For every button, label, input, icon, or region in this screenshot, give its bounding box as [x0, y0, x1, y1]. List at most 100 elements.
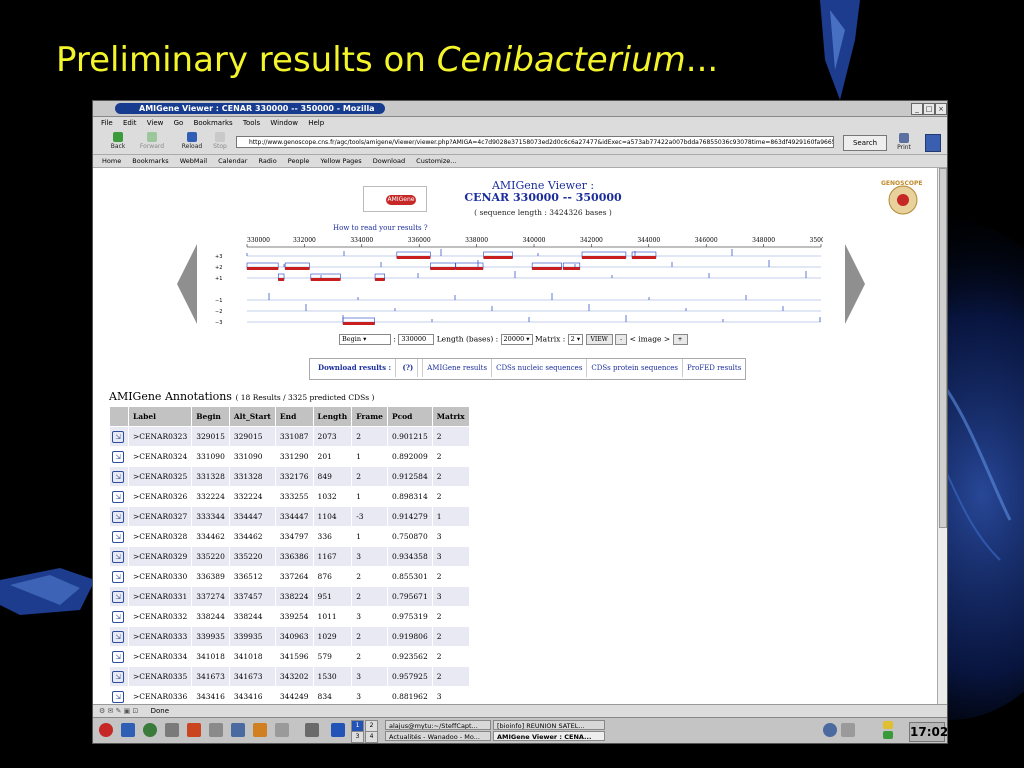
print-button[interactable]: Print [891, 132, 917, 154]
menu-bookmarks[interactable]: Bookmarks [194, 119, 233, 127]
menu-tools[interactable]: Tools [243, 119, 260, 127]
menu-window[interactable]: Window [270, 119, 298, 127]
scroll-right-arrow-icon[interactable] [843, 244, 867, 324]
zoom-in-button[interactable]: + [672, 334, 688, 345]
gene-bar[interactable] [532, 267, 562, 270]
begin-select[interactable]: Begin ▾ [339, 334, 391, 345]
row-action-cell: ⇲ [109, 486, 129, 507]
browser-launcher-icon[interactable] [143, 723, 157, 737]
calc-launcher-icon[interactable] [231, 723, 245, 737]
gene-bar[interactable] [310, 278, 341, 281]
row-detail-icon[interactable]: ⇲ [112, 550, 124, 563]
gene-bar[interactable] [563, 267, 580, 270]
office-launcher-icon[interactable] [187, 723, 201, 737]
bookmark-webmail[interactable]: WebMail [180, 157, 207, 165]
download-profed-results[interactable]: ProFED results [683, 359, 745, 377]
begin-input[interactable]: 330000 [398, 334, 435, 345]
row-detail-icon[interactable]: ⇲ [112, 510, 124, 523]
row-detail-icon[interactable]: ⇲ [112, 530, 124, 543]
menu-view[interactable]: View [147, 119, 164, 127]
home-launcher-icon[interactable] [253, 723, 267, 737]
bookmark-radio[interactable]: Radio [258, 157, 276, 165]
row-detail-icon[interactable]: ⇲ [112, 570, 124, 583]
bookmark-calendar[interactable]: Calendar [218, 157, 247, 165]
settings-launcher-icon[interactable] [275, 723, 289, 737]
task-amigene[interactable]: AMIGene Viewer : CENA... [493, 731, 605, 741]
view-button[interactable]: VIEW [585, 334, 613, 345]
zoom-out-button[interactable]: - [615, 334, 628, 345]
gene-bar[interactable] [396, 256, 431, 259]
minimize-button[interactable]: _ [911, 103, 923, 115]
redhat-menu-icon[interactable] [99, 723, 113, 737]
workspace-3[interactable]: 3 [351, 731, 364, 743]
row-detail-icon[interactable]: ⇲ [112, 590, 124, 603]
writer-launcher-icon[interactable] [209, 723, 223, 737]
gene-bar[interactable] [582, 256, 626, 259]
printer-launcher-icon[interactable] [305, 723, 319, 737]
gene-bar[interactable] [430, 267, 456, 270]
gene-bar[interactable] [285, 267, 310, 270]
bookmark-download[interactable]: Download [373, 157, 405, 165]
mail-launcher-icon[interactable] [165, 723, 179, 737]
search-button[interactable]: Search [843, 135, 887, 151]
gene-bar[interactable] [455, 267, 484, 270]
taskbar: 1 2 3 4 alajus@mytu:~/SteffCapt... [bioi… [93, 717, 947, 743]
gene-bar[interactable] [278, 278, 285, 281]
bookmark-yellow-pages[interactable]: Yellow Pages [320, 157, 361, 165]
table-cell: 341596 [274, 646, 314, 667]
url-input[interactable]: http://www.genoscope.cns.fr/agc/tools/am… [236, 136, 834, 148]
terminal-launcher-icon[interactable] [121, 723, 135, 737]
row-detail-icon[interactable]: ⇲ [112, 670, 124, 683]
table-cell: 337264 [274, 566, 314, 587]
gene-bar[interactable] [342, 322, 375, 325]
gene-bar[interactable] [632, 256, 656, 259]
update-icon[interactable] [883, 731, 893, 739]
bookmark-customize[interactable]: Customize... [416, 157, 456, 165]
row-detail-icon[interactable]: ⇲ [112, 650, 124, 663]
download-help-link[interactable]: (?) [399, 359, 419, 377]
length-select[interactable]: 20000 ▾ [500, 334, 533, 345]
download-amigene-results[interactable]: AMIGene results [423, 359, 493, 377]
table-cell: 2 [431, 666, 470, 687]
menu-go[interactable]: Go [174, 119, 184, 127]
row-detail-icon[interactable]: ⇲ [112, 430, 124, 443]
window-titlebar[interactable]: AMIGene Viewer : CENAR 330000 -- 350000 … [93, 101, 947, 117]
maximize-button[interactable]: □ [923, 103, 935, 115]
forward-button[interactable]: Forward [139, 131, 165, 153]
row-detail-icon[interactable]: ⇲ [112, 690, 124, 703]
pager-icon[interactable] [331, 723, 345, 737]
vertical-scrollbar-thumb[interactable] [939, 168, 947, 528]
notification-icon[interactable] [883, 721, 893, 729]
stop-button[interactable]: Stop [207, 131, 233, 153]
menu-edit[interactable]: Edit [123, 119, 137, 127]
download-cds-protein[interactable]: CDSs protein sequences [587, 359, 684, 377]
bookmark-bookmarks[interactable]: Bookmarks [132, 157, 168, 165]
reload-button[interactable]: Reload [179, 131, 205, 153]
close-button[interactable]: × [935, 103, 947, 115]
workspace-4[interactable]: 4 [365, 731, 378, 743]
bookmark-home[interactable]: Home [102, 157, 121, 165]
row-detail-icon[interactable]: ⇲ [112, 490, 124, 503]
gene-bar[interactable] [483, 256, 513, 259]
row-detail-icon[interactable]: ⇲ [112, 450, 124, 463]
row-detail-icon[interactable]: ⇲ [112, 630, 124, 643]
task-terminal[interactable]: alajus@mytu:~/SteffCapt... [385, 720, 491, 730]
row-detail-icon[interactable]: ⇲ [112, 470, 124, 483]
gene-map[interactable]: 330000 332000 334000 336000 338000 340000 3420… [213, 234, 823, 332]
back-button[interactable]: Back [105, 131, 131, 153]
how-to-read-link[interactable]: How to read your results ? [333, 224, 428, 232]
vertical-scrollbar[interactable] [937, 168, 947, 704]
row-action-cell: ⇲ [109, 686, 129, 704]
task-bioinfo[interactable]: [bioinfo] REUNION SATEL... [493, 720, 605, 730]
download-cds-nucleic[interactable]: CDSs nucleic sequences [492, 359, 588, 377]
gene-bar[interactable] [247, 267, 279, 270]
matrix-select[interactable]: 2 ▾ [567, 334, 584, 345]
task-wanadoo[interactable]: Actualités - Wanadoo - Mo... [385, 731, 491, 741]
gene-bar[interactable] [375, 278, 385, 281]
bookmark-people[interactable]: People [288, 157, 310, 165]
volume-icon[interactable] [841, 723, 855, 737]
menu-help[interactable]: Help [308, 119, 324, 127]
row-detail-icon[interactable]: ⇲ [112, 610, 124, 623]
scroll-left-arrow-icon[interactable] [175, 244, 199, 324]
menu-file[interactable]: File [101, 119, 113, 127]
